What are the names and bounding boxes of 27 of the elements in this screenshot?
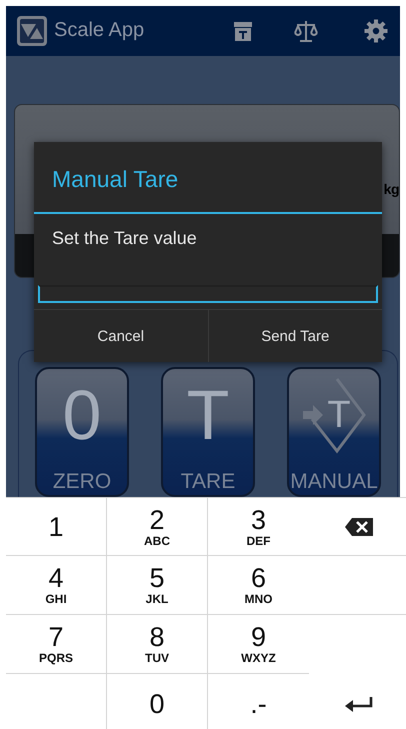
tare-input-field[interactable] (38, 285, 378, 303)
keyboard-key[interactable]: 8 TUV (107, 615, 208, 674)
action-button[interactable]: T MANUAL (287, 367, 381, 497)
keyboard-key[interactable]: 1 (6, 497, 107, 556)
button-glyph: 0 (62, 375, 102, 455)
keyboard-key[interactable]: 2 ABC (107, 497, 208, 556)
settings-icon[interactable] (364, 18, 388, 43)
cancel-button[interactable]: Cancel (34, 310, 208, 362)
manual-tare-icon (301, 375, 367, 455)
backspace-icon[interactable] (344, 516, 374, 536)
keyboard-key[interactable]: 3 DEF (208, 497, 309, 556)
scale-icon[interactable] (294, 18, 318, 43)
logo-icon (16, 14, 48, 47)
action-button[interactable]: T TARE (161, 367, 255, 497)
manual-letter: T (327, 394, 351, 436)
unit-label: kg (384, 180, 399, 197)
keyboard-key[interactable]: 7 PQRS (6, 615, 107, 674)
keyboard-key[interactable]: 5 JKL (107, 556, 208, 615)
button-glyph: T (186, 375, 230, 455)
enter-icon[interactable] (344, 696, 374, 712)
package-icon[interactable] (233, 20, 253, 42)
action-button[interactable]: 0 ZERO (35, 367, 129, 497)
dialog-message: Set the Tare value (51, 227, 198, 249)
dialog-title: Manual Tare (51, 165, 180, 194)
send-button[interactable]: Send Tare (208, 310, 382, 362)
keyboard-key[interactable]: 4 GHI (6, 556, 107, 615)
app-title: Scale App (54, 19, 146, 42)
